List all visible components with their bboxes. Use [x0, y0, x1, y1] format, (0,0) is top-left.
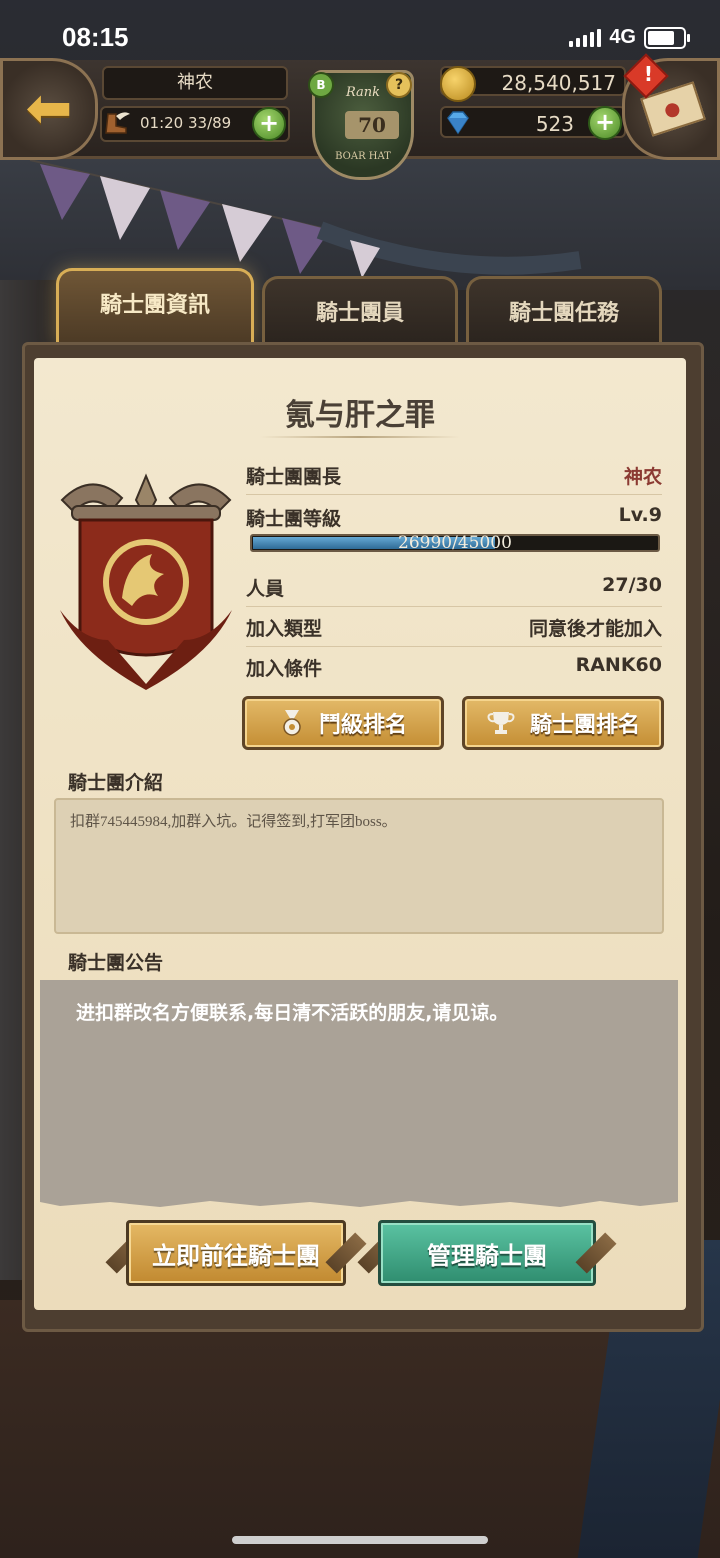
back-button[interactable]: ⬅ — [0, 58, 98, 160]
rank-subtitle: BOAR HAT — [335, 151, 391, 162]
level-value: Lv.9 — [618, 504, 662, 526]
b-badge-icon: B — [308, 72, 334, 98]
help-icon[interactable]: ? — [386, 72, 412, 98]
network-type: 4G — [609, 26, 636, 48]
level-label: 騎士團等級 — [246, 508, 342, 530]
back-arrow-icon: ⬅ — [25, 76, 73, 141]
guild-name: 氪与肝之罪 — [285, 398, 435, 433]
guild-ranking-label: 騎士團排名 — [529, 713, 640, 738]
info-row-level: 騎士團等級 Lv.9 — [246, 496, 662, 536]
leader-label: 騎士團團長 — [246, 466, 342, 488]
stamina-text: 01:20 33/89 — [140, 114, 232, 132]
intro-heading: 騎士團介紹 — [68, 772, 164, 794]
manage-guild-button[interactable]: 管理騎士團 — [378, 1220, 596, 1286]
title-divider — [260, 436, 460, 438]
xp-text: 26990/45000 — [398, 533, 512, 553]
notice-text: 进扣群改名方便联系,每日清不活跃的朋友,请见谅。 — [76, 1002, 509, 1024]
status-bar: 08:15 4G — [0, 0, 720, 56]
rank-emblem[interactable]: Rank 70 BOAR HAT B ? — [300, 60, 420, 180]
trophy-icon — [487, 712, 515, 734]
home-indicator[interactable] — [232, 1536, 488, 1544]
join-type-label: 加入類型 — [246, 618, 323, 640]
medal-icon — [283, 710, 301, 736]
guild-ranking-button[interactable]: 騎士團排名 — [462, 696, 664, 750]
fight-ranking-button[interactable]: 鬥級排名 — [242, 696, 444, 750]
tab-guild-members[interactable]: 騎士團員 — [262, 276, 458, 344]
battery-icon — [644, 26, 690, 49]
members-value: 27/30 — [602, 574, 662, 596]
guild-xp-bar: 26990/45000 — [250, 533, 660, 553]
guild-crest-icon — [60, 473, 232, 690]
status-time: 08:15 — [62, 22, 129, 52]
add-gems-button[interactable]: + — [588, 106, 622, 140]
intro-text: 扣群745445984,加群入坑。记得签到,打军团boss。 — [70, 814, 397, 830]
gold-coin-icon — [440, 66, 476, 102]
diamond-icon — [447, 111, 469, 135]
tab-guild-info[interactable]: 騎士團資訊 — [56, 268, 254, 344]
join-type-value: 同意後才能加入 — [528, 618, 662, 640]
player-name: 神农 — [102, 66, 288, 100]
intro-box: 扣群745445984,加群入坑。记得签到,打军团boss。 — [54, 798, 664, 934]
leader-value[interactable]: 神农 — [624, 462, 662, 489]
torn-paper-edge — [40, 1198, 678, 1207]
members-label: 人員 — [246, 578, 285, 600]
winged-boot-icon — [102, 108, 132, 141]
alert-mark: ! — [643, 62, 653, 86]
fight-ranking-label: 鬥級排名 — [318, 713, 407, 738]
notice-heading: 騎士團公告 — [68, 952, 164, 974]
info-row-leader: 騎士團團長 神农 — [246, 454, 662, 495]
info-row-members: 人員 27/30 — [246, 566, 662, 607]
notice-box: 进扣群改名方便联系,每日清不活跃的朋友,请见谅。 — [40, 980, 678, 1198]
stamina-display: 01:20 33/89 + — [100, 106, 290, 142]
join-condition-label: 加入條件 — [246, 658, 323, 680]
tab-guild-quests[interactable]: 騎士團任務 — [466, 276, 662, 344]
add-stamina-button[interactable]: + — [252, 107, 286, 141]
join-condition-value: RANK60 — [575, 654, 662, 676]
signal-icon — [569, 28, 602, 47]
rank-value: 70 — [345, 111, 399, 139]
info-row-join-condition: 加入條件 RANK60 — [246, 646, 662, 686]
go-to-guild-button[interactable]: 立即前往騎士團 — [126, 1220, 346, 1286]
status-right: 4G — [569, 26, 690, 49]
info-row-join-type: 加入類型 同意後才能加入 — [246, 606, 662, 647]
